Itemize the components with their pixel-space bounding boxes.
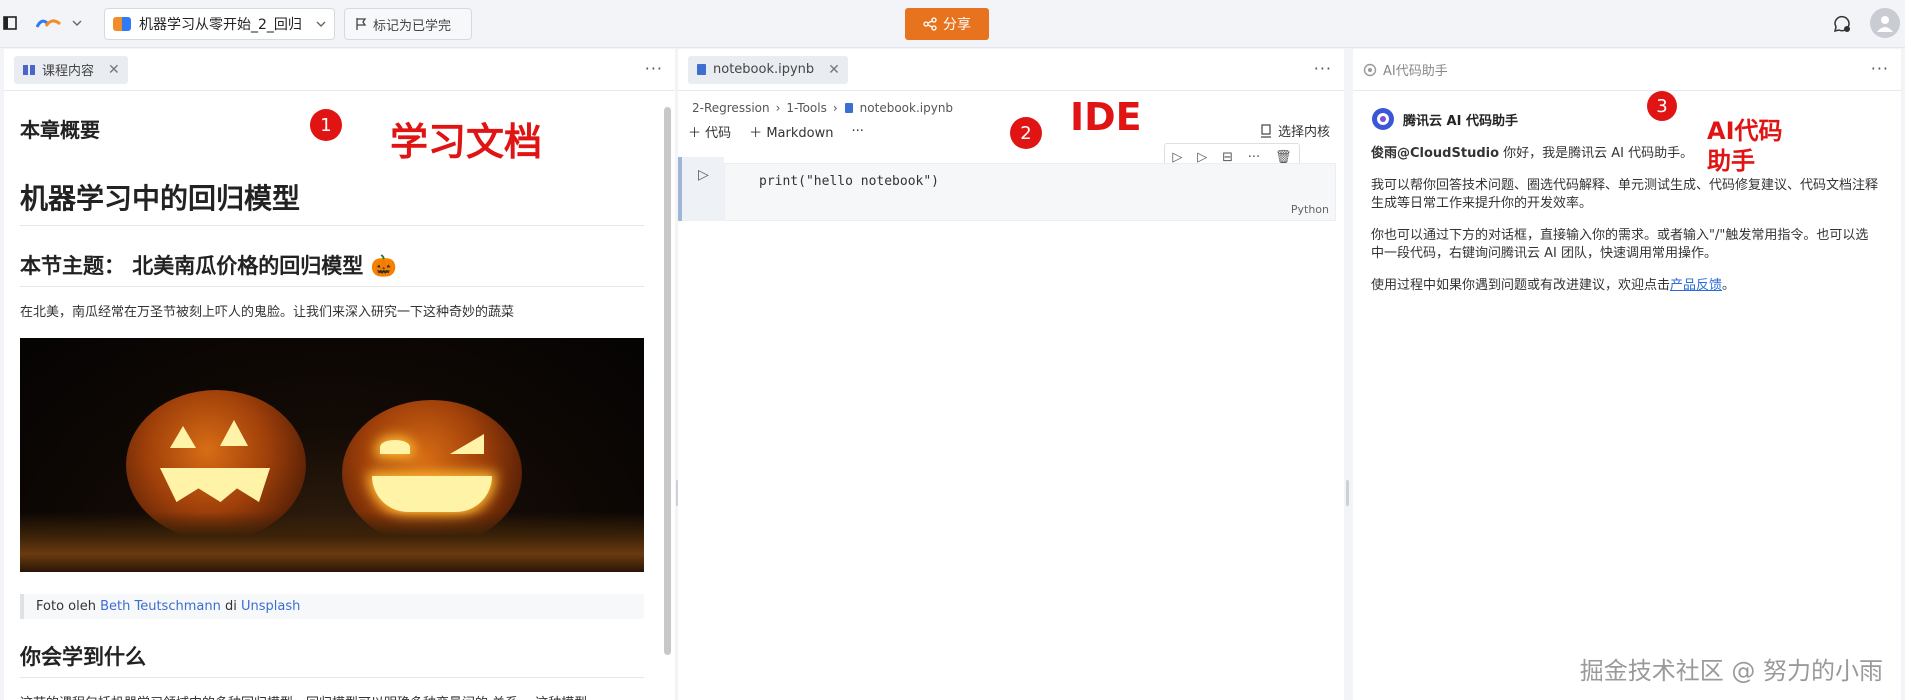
close-icon[interactable]: ✕ [828,62,840,78]
chevron-right-icon: › [832,101,838,115]
plus-icon: ＋ [749,125,763,141]
share-icon [923,17,937,31]
left-panel-header: 课程内容 ✕ ··· [4,49,675,91]
scrollbar[interactable] [663,93,672,699]
feedback-link[interactable]: 产品反馈 [1670,278,1722,293]
tab-label: notebook.ipynb [713,62,815,77]
page-title: 机器学习中的回归模型 [20,177,644,226]
ide-panel: notebook.ipynb ✕ ··· 2-Regression › 1-To… [678,49,1344,700]
ai-brand: 腾讯云 AI 代码助手 [1371,107,1881,131]
annotation-badge-1: 1 [310,109,342,141]
add-code-button[interactable]: ＋ 代码 [688,122,731,141]
code-cell[interactable]: ▷ print("hello notebook") Python [678,157,1344,221]
file-icon [697,64,706,75]
splitter-handle[interactable] [1346,480,1349,506]
author-link[interactable]: Beth Teutschmann [100,599,221,614]
book-icon [23,64,35,75]
flag-icon [356,18,367,30]
tab-label: 课程内容 [42,64,95,79]
intro-para-2: 你也可以通过下方的对话框，直接输入你的需求。或者输入"/"触发常用指令。也可以选… [1371,228,1869,261]
chevron-down-icon [316,21,326,27]
cloudstudio-logo-icon[interactable] [34,14,64,34]
ai-assistant-panel: AI代码助手 ··· 腾讯云 AI 代码助手 俊雨@CloudStudio 你好… [1353,49,1901,700]
sidebar-toggle-icon[interactable] [2,15,18,31]
mid-panel-header: notebook.ipynb ✕ ··· [678,49,1344,91]
annotation-badge-3: 3 [1647,91,1677,121]
tab-ai-assistant[interactable]: AI代码助手 [1363,60,1448,79]
unsplash-link[interactable]: Unsplash [241,599,300,614]
intro-para-1: 我可以帮你回答技术问题、圈选代码解释、单元测试生成、代码修复建议、代码文档注释生… [1371,178,1879,211]
avatar[interactable] [1870,8,1900,38]
annotation-doc: 学习文档 [390,120,543,164]
tab-course-content[interactable]: 课程内容 ✕ [14,55,128,84]
more-icon[interactable]: ··· [1871,59,1889,78]
watermark: 掘金技术社区 @ 努力的小雨 [1579,657,1883,685]
course-select[interactable]: 机器学习从零开始_2_回归 [104,8,335,40]
breadcrumb-item[interactable]: 1-Tools [786,101,826,115]
course-content-panel: 课程内容 ✕ ··· 本章概要 机器学习中的回归模型 本节主题： 北美南瓜价格的… [4,49,675,700]
breadcrumb-item[interactable]: notebook.ipynb [860,101,953,115]
run-cell-icon[interactable]: ▷ [698,167,709,183]
annotation-ai-line-2: 助手 [1707,147,1755,175]
select-kernel-button[interactable]: 选择内核 [1260,121,1330,140]
file-icon [844,103,853,113]
course-icon [113,17,131,31]
right-panel-header: AI代码助手 ··· [1353,49,1901,91]
more-icon[interactable]: ··· [645,59,663,78]
ai-welcome: 腾讯云 AI 代码助手 俊雨@CloudStudio 你好，我是腾讯云 AI 代… [1371,107,1881,295]
learn-heading: 你会学到什么 [20,641,644,678]
more-icon[interactable]: ··· [851,124,863,139]
chevron-right-icon: › [775,101,781,115]
course-document: 本章概要 机器学习中的回归模型 本节主题： 北美南瓜价格的回归模型 🎃 在北美，… [4,92,660,700]
plus-icon: ＋ [688,125,702,141]
greeting: 俊雨@CloudStudio 你好，我是腾讯云 AI 代码助手。 [1371,146,1694,161]
add-markdown-button[interactable]: ＋ Markdown [749,122,833,141]
breadcrumb: 2-Regression › 1-Tools › notebook.ipynb [692,101,953,115]
image-caption: Foto oleh Beth Teutschmann di Unsplash [20,594,644,619]
close-icon[interactable]: ✕ [108,62,120,78]
topic-heading: 本节主题： 北美南瓜价格的回归模型 🎃 [20,250,644,287]
course-name: 机器学习从零开始_2_回归 [139,17,302,33]
intro-para-3: 使用过程中如果你遇到问题或有改进建议，欢迎点击产品反馈。 [1371,278,1736,293]
tencent-ai-logo-icon [1372,108,1394,130]
kernel-icon [1260,123,1271,138]
notebook-toolbar: ＋ 代码 ＋ Markdown ··· [688,119,864,143]
cell-editor[interactable]: print("hello notebook") Python [724,163,1336,221]
chevron-down-icon[interactable] [70,16,84,30]
cell-source: print("hello notebook") [759,174,940,189]
intro-text: 在北美，南瓜经常在万圣节被刻上吓人的鬼脸。让我们来深入研究一下这种奇妙的蔬菜 [20,305,515,320]
cell-language[interactable]: Python [1291,203,1329,216]
share-label: 分享 [943,17,971,33]
annotation-ide: IDE [1070,95,1142,139]
top-bar: 机器学习从零开始_2_回归 标记为已学完 分享 [0,0,1905,48]
learn-text: 这节的课程包括机器学习领域中的多种回归模型。回归模型可以明确多种变量间的 关系 … [20,692,644,700]
mark-done-label: 标记为已学完 [373,18,452,34]
ai-icon [1363,63,1377,76]
more-icon[interactable]: ··· [1314,59,1332,78]
mark-done-button[interactable]: 标记为已学完 [344,8,472,40]
tab-notebook[interactable]: notebook.ipynb ✕ [688,55,848,84]
breadcrumb-item[interactable]: 2-Regression [692,101,770,115]
share-button[interactable]: 分享 [905,8,989,40]
chat-icon[interactable] [1830,12,1854,36]
annotation-badge-2: 2 [1010,117,1042,149]
pumpkin-image [20,338,644,572]
